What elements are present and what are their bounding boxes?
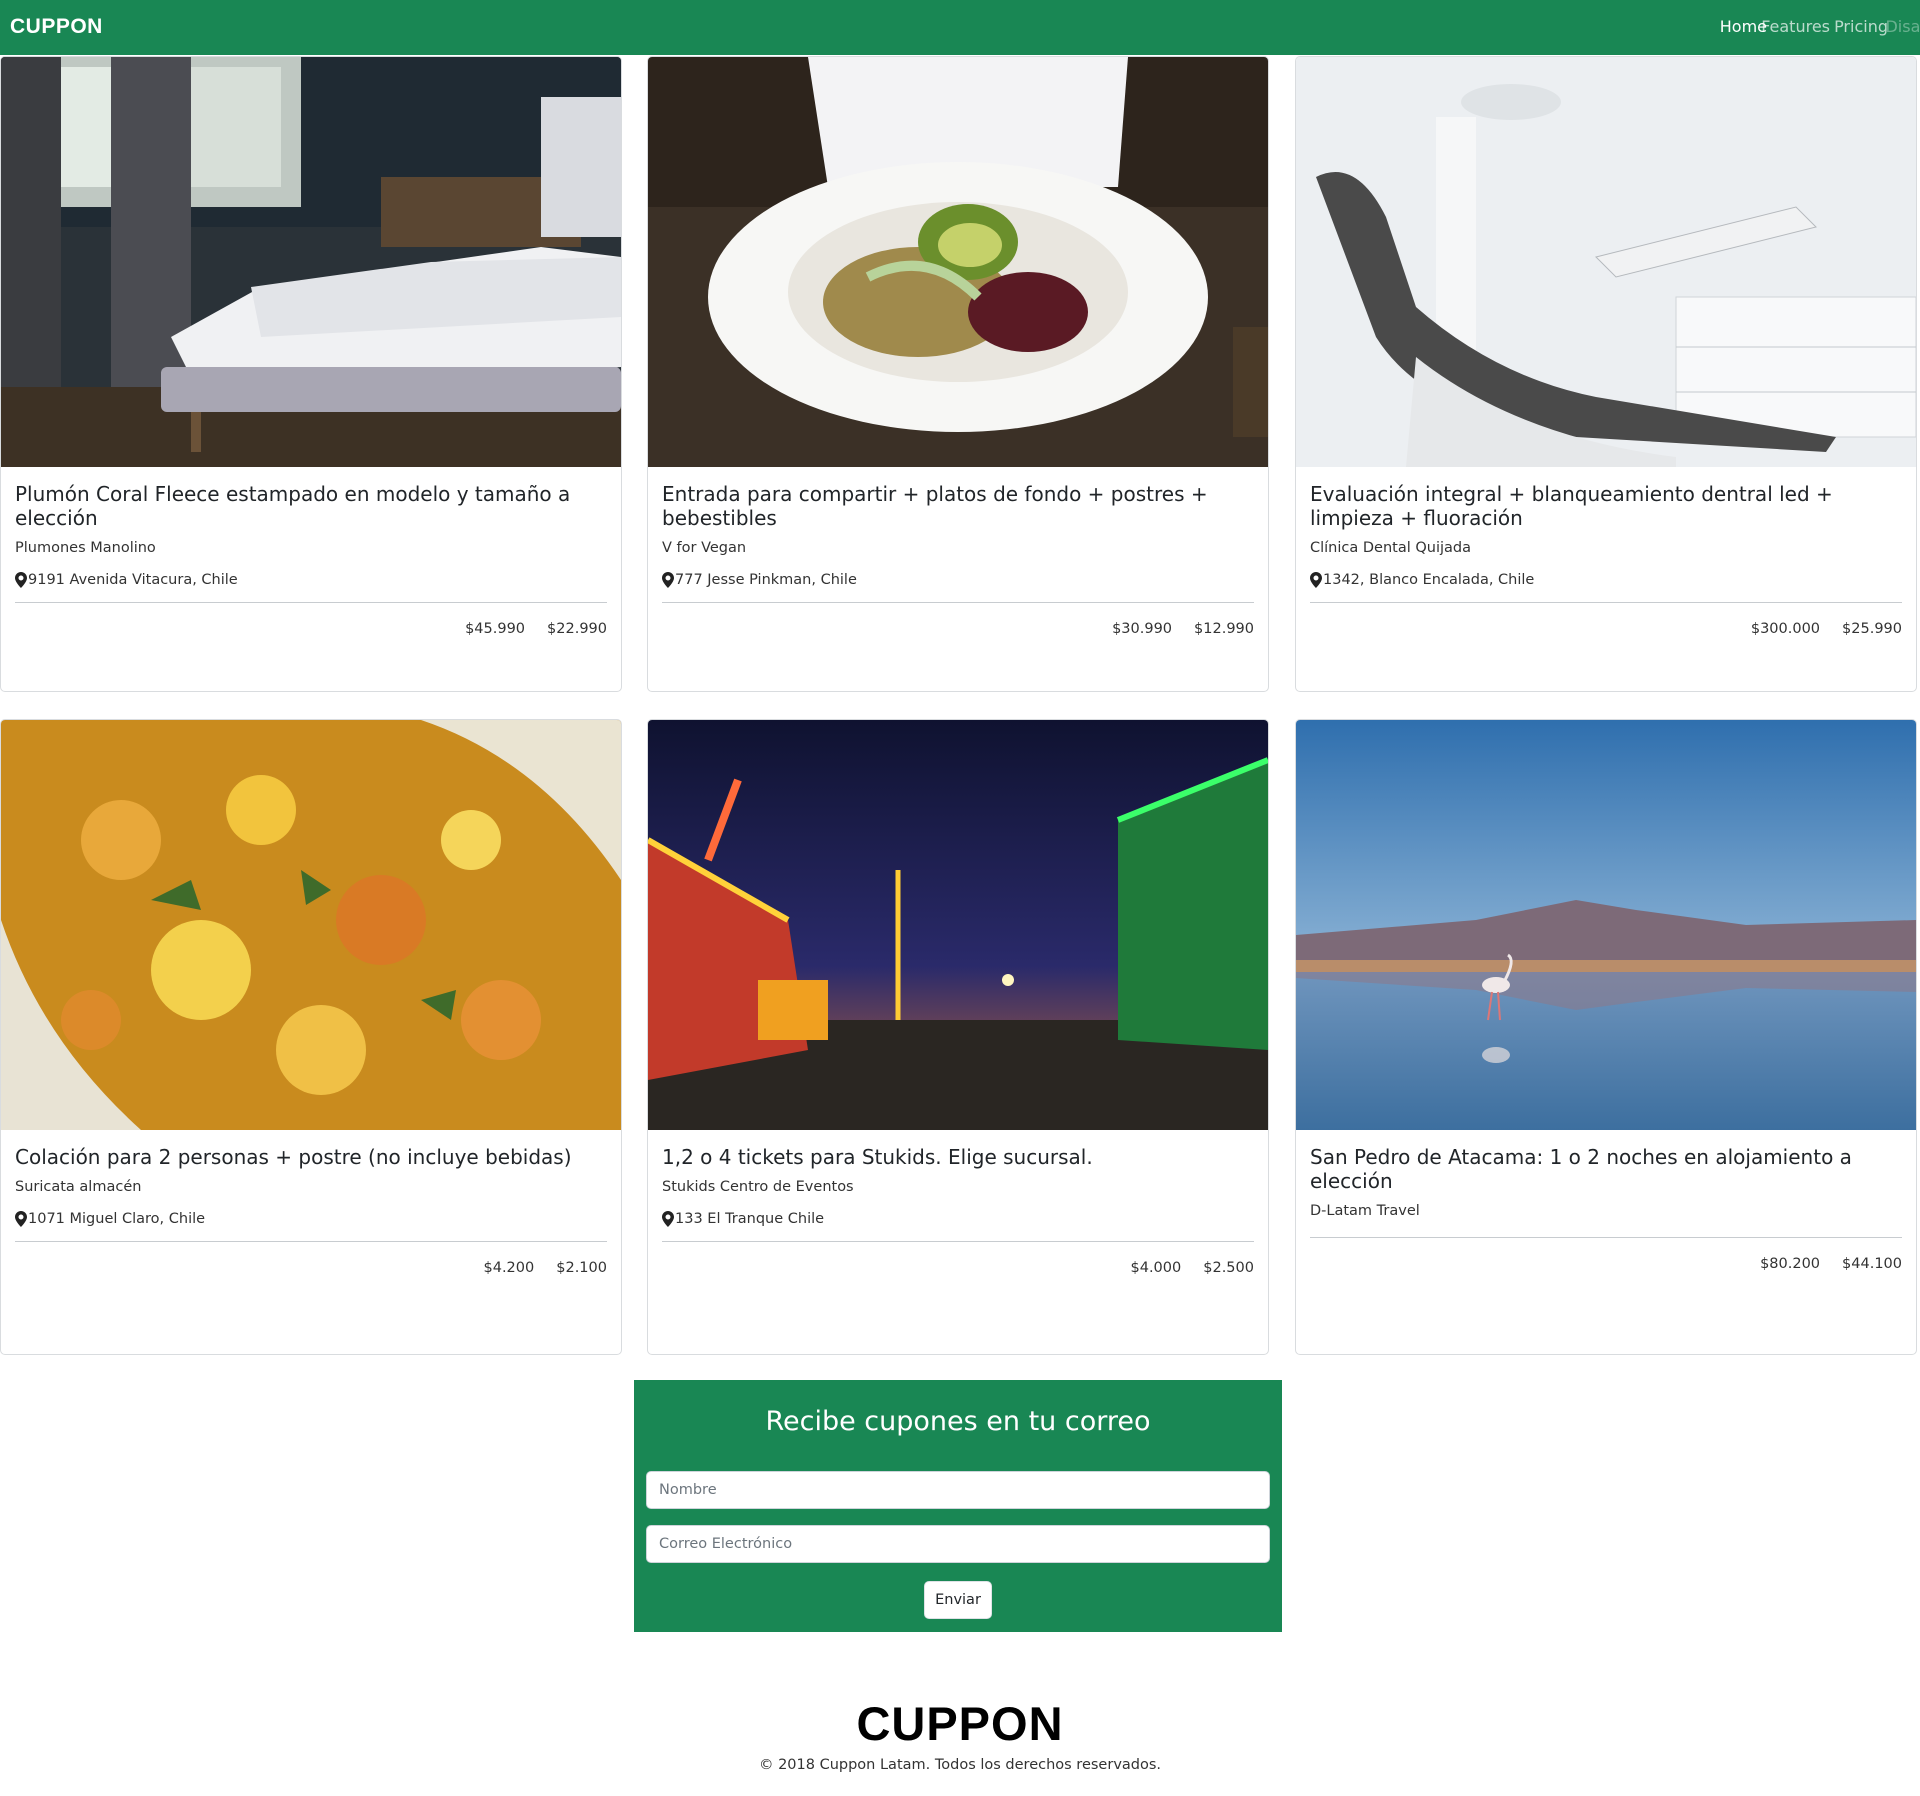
map-marker-icon [662, 1211, 674, 1227]
deal-address-text: 777 Jesse Pinkman, Chile [675, 572, 857, 588]
top-navbar: CUPPON Home Features Pricing Disabled [0, 0, 1920, 55]
newsletter-form: Recibe cupones en tu correo Enviar [634, 1380, 1282, 1632]
divider [1310, 1237, 1902, 1238]
deal-card[interactable]: Entrada para compartir + platos de fondo… [647, 56, 1269, 692]
nav-link-disabled: Disabled [1885, 17, 1920, 36]
original-price: $4.200 [483, 1260, 535, 1276]
offer-price: $12.990 [1194, 621, 1254, 637]
nav-link-home[interactable]: Home [1720, 17, 1767, 36]
offer-price: $25.990 [1842, 621, 1902, 637]
deal-title[interactable]: 1,2 o 4 tickets para Stukids. Elige sucu… [662, 1145, 1254, 1169]
bedroom-photo [1, 57, 621, 467]
deal-address: 133 El Tranque Chile [662, 1211, 1254, 1227]
original-price: $80.200 [1760, 1256, 1821, 1272]
original-price: $300.000 [1750, 621, 1821, 637]
deal-title[interactable]: Entrada para compartir + platos de fondo… [662, 482, 1254, 530]
deal-address-text: 1071 Miguel Claro, Chile [28, 1211, 206, 1227]
deal-prices: $300.000 $25.990 [1310, 621, 1902, 637]
divider [662, 602, 1254, 603]
deal-title[interactable]: San Pedro de Atacama: 1 o 2 noches en al… [1310, 1145, 1902, 1193]
deal-card[interactable]: Colación para 2 personas + postre (no in… [0, 719, 622, 1355]
deal-company: V for Vegan [662, 540, 747, 556]
deal-card[interactable]: 1,2 o 4 tickets para Stukids. Elige sucu… [647, 719, 1269, 1355]
deal-company: Clínica Dental Quijada [1310, 540, 1471, 556]
flamingo-lake-photo [1296, 720, 1916, 1130]
deal-company: Suricata almacén [15, 1179, 142, 1195]
original-price: $4.000 [1130, 1260, 1182, 1276]
deal-address-text: 9191 Avenida Vitacura, Chile [28, 572, 238, 588]
deal-prices: $80.200 $44.100 [1310, 1256, 1902, 1272]
deal-address-text: 1342, Blanco Encalada, Chile [1323, 572, 1535, 588]
send-button[interactable]: Enviar [924, 1581, 992, 1619]
divider [15, 602, 607, 603]
deal-prices: $4.000 $2.500 [662, 1260, 1255, 1276]
deal-title[interactable]: Colación para 2 personas + postre (no in… [15, 1145, 607, 1169]
deal-company: Stukids Centro de Eventos [662, 1179, 854, 1195]
offer-price: $22.990 [547, 621, 607, 637]
deal-address-text: 133 El Tranque Chile [675, 1211, 825, 1227]
brand-logo[interactable]: CUPPON [10, 15, 103, 39]
offer-price: $2.100 [556, 1260, 607, 1276]
map-marker-icon [1310, 572, 1322, 588]
nav-link-features[interactable]: Features [1761, 17, 1830, 36]
food-closeup-photo [1, 720, 621, 1130]
map-marker-icon [15, 1211, 27, 1227]
salad-plate-photo [648, 57, 1268, 467]
deal-title[interactable]: Evaluación integral + blanqueamiento den… [1310, 482, 1902, 530]
divider [15, 1241, 607, 1242]
nav-link-pricing[interactable]: Pricing [1834, 17, 1888, 36]
deal-card[interactable]: Plumón Coral Fleece estampado en modelo … [0, 56, 622, 692]
deal-address: 1071 Miguel Claro, Chile [15, 1211, 607, 1227]
deal-card[interactable]: Evaluación integral + blanqueamiento den… [1295, 56, 1917, 692]
original-price: $30.990 [1112, 621, 1173, 637]
deal-card[interactable]: San Pedro de Atacama: 1 o 2 noches en al… [1295, 719, 1917, 1355]
footer-logo: CUPPON [856, 1697, 1064, 1750]
divider [1310, 602, 1902, 603]
carnival-night-photo [648, 720, 1268, 1130]
deal-company: D-Latam Travel [1310, 1203, 1420, 1219]
original-price: $45.990 [465, 621, 526, 637]
divider [662, 1241, 1254, 1242]
dental-chair-photo [1296, 57, 1916, 467]
deal-company: Plumones Manolino [15, 540, 156, 556]
map-marker-icon [662, 572, 674, 588]
email-input[interactable] [646, 1525, 1270, 1563]
deal-title[interactable]: Plumón Coral Fleece estampado en modelo … [15, 482, 607, 530]
deal-address: 9191 Avenida Vitacura, Chile [15, 572, 607, 588]
name-input[interactable] [646, 1471, 1270, 1509]
offer-price: $44.100 [1842, 1256, 1902, 1272]
map-marker-icon [15, 572, 27, 588]
deal-address: 777 Jesse Pinkman, Chile [662, 572, 1254, 588]
deal-prices: $4.200 $2.100 [15, 1260, 608, 1276]
deal-prices: $45.990 $22.990 [15, 621, 607, 637]
offer-price: $2.500 [1203, 1260, 1254, 1276]
deal-prices: $30.990 $12.990 [662, 621, 1254, 637]
footer-copyright: © 2018 Cuppon Latam. Todos los derechos … [758, 1757, 1162, 1773]
newsletter-heading: Recibe cupones en tu correo [765, 1406, 1151, 1437]
deal-address: 1342, Blanco Encalada, Chile [1310, 572, 1902, 588]
